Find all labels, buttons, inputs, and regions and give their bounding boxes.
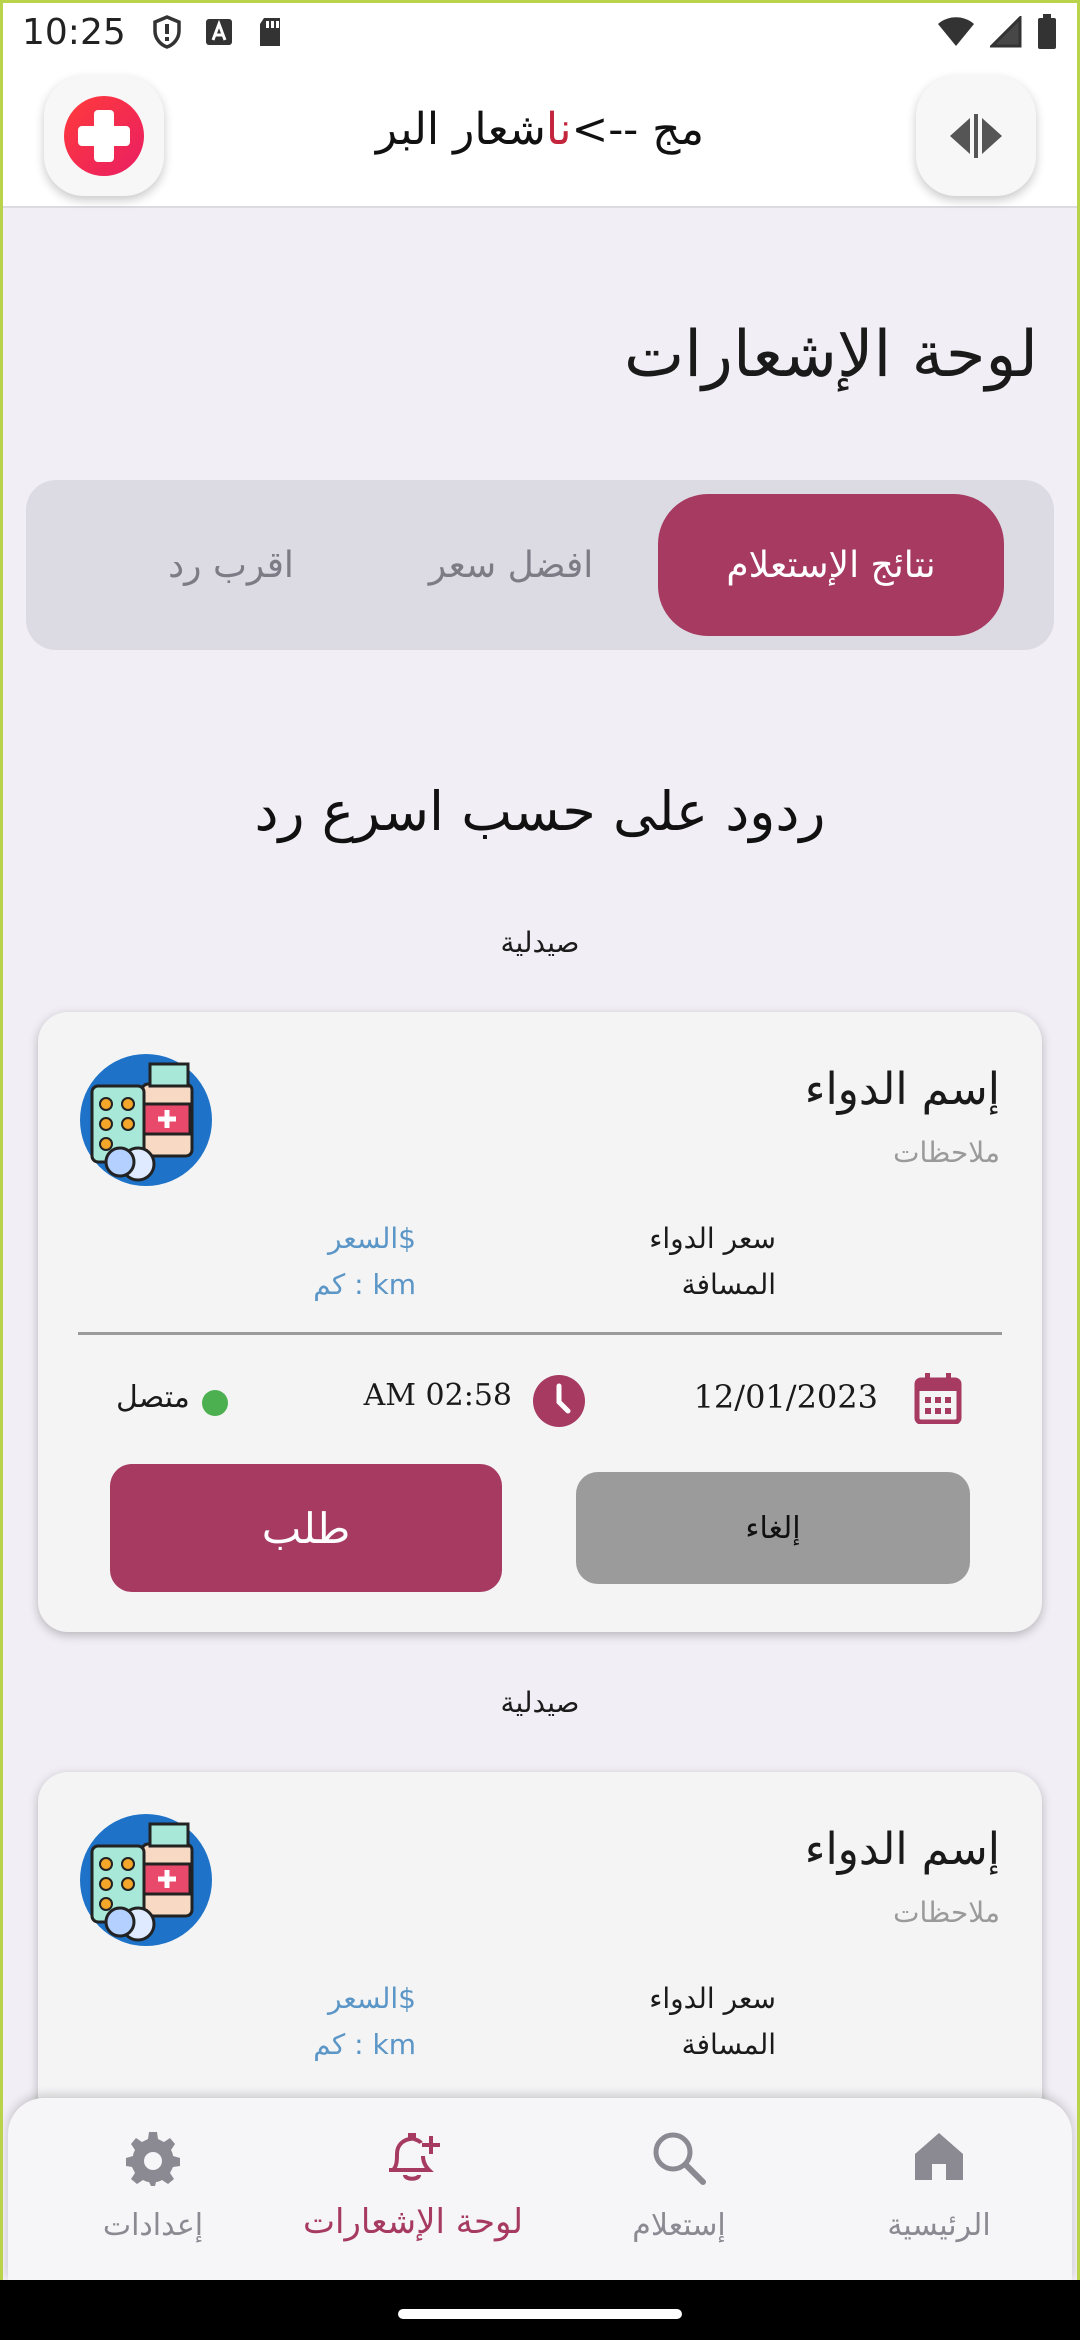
medicine-name: إسم الدواء (804, 1064, 1000, 1115)
tab-nearest-reply[interactable]: اقرب رد (106, 494, 356, 636)
reply-time: AM 02:58 (363, 1378, 512, 1413)
divider (78, 1332, 1002, 1335)
distance-label: المسافة (681, 1268, 776, 1301)
notes: ملاحظات (893, 1136, 1000, 1169)
price-label: سعر الدواء (649, 1222, 776, 1255)
status-time: 10:25 (22, 11, 126, 53)
pharmacy-label: صيدلية (500, 1686, 580, 1719)
tab-label: نتائج الإستعلام (726, 544, 936, 586)
logo-text-accent: نا (545, 104, 572, 155)
font-icon (205, 19, 232, 45)
gear-icon (126, 2132, 180, 2186)
clock-icon (533, 1375, 585, 1427)
wifi-icon (938, 17, 974, 46)
nav-label: إستعلام (632, 2208, 726, 2243)
distance-value: km : كم (313, 1268, 416, 1301)
price-value: $السعر (327, 1982, 416, 2015)
nav-item-settings[interactable]: إعدادات (20, 2098, 286, 2280)
nav-item-notifications[interactable]: لوحة الإشعارات (280, 2098, 546, 2280)
medicine-avatar-icon (80, 1054, 212, 1186)
price-value: $السعر (327, 1222, 416, 1255)
home-icon (915, 2133, 963, 2180)
sd-card-icon (259, 18, 280, 46)
battery-icon (1038, 14, 1056, 49)
tab-best-price[interactable]: افضل سعر (366, 494, 656, 636)
logo-text-main: شعار البر (375, 104, 546, 155)
price-label: سعر الدواء (649, 1982, 776, 2015)
nav-label: لوحة الإشعارات (303, 2202, 523, 2242)
nav-item-query[interactable]: إستعلام (546, 2098, 812, 2280)
tab-label: اقرب رد (168, 544, 294, 586)
bell-plus-icon (389, 2133, 440, 2181)
tab-label: افضل سعر (428, 544, 594, 586)
status-icons-left (152, 15, 284, 49)
tab-query-results[interactable]: نتائج الإستعلام (658, 494, 1004, 636)
status-bar: 10:25 (0, 0, 1080, 64)
status-icons-right (936, 14, 1058, 50)
direction-toggle-button[interactable] (916, 76, 1036, 196)
medicine-avatar-icon (80, 1814, 212, 1946)
shield-icon (153, 15, 181, 49)
calendar-icon (914, 1373, 962, 1424)
medicine-name: إسم الدواء (804, 1824, 1000, 1875)
meta-row: 12/01/2023 AM 02:58 متصل (38, 1358, 1042, 1430)
left-right-arrows-icon (950, 114, 1002, 158)
cancel-button[interactable]: إلغاء (576, 1472, 970, 1584)
nav-item-home[interactable]: الرئيسية (806, 2098, 1072, 2280)
nav-label: إعدادات (102, 2208, 204, 2243)
segmented-tabs: نتائج الإستعلام افضل سعر اقرب رد (26, 480, 1054, 650)
notes: ملاحظات (893, 1896, 1000, 1929)
nav-label: الرئيسية (887, 2208, 991, 2243)
app-bar: مج -->ناشعار البر (0, 64, 1080, 208)
pharmacy-label: صيدلية (500, 926, 580, 959)
logo-text-end: مج --> (571, 104, 705, 155)
reply-date: 12/01/2023 (693, 1378, 878, 1416)
gesture-handle[interactable] (398, 2309, 682, 2319)
distance-value: km : كم (313, 2028, 416, 2061)
section-heading: ردود على حسب اسرع رد (254, 780, 826, 843)
online-status-dot (202, 1390, 228, 1416)
request-button[interactable]: طلب (110, 1464, 502, 1592)
search-icon (653, 2132, 706, 2185)
response-card: إسم الدواء ملاحظات سعر الدواء $السعر الم… (38, 1012, 1042, 1632)
bottom-nav: إعدادات لوحة الإشعارات إستعلام الرئيسية (8, 2098, 1072, 2280)
page-title: لوحة الإشعارات (624, 318, 1038, 392)
online-status: متصل (116, 1380, 190, 1415)
distance-label: المسافة (681, 2028, 776, 2061)
signal-icon (990, 16, 1022, 48)
